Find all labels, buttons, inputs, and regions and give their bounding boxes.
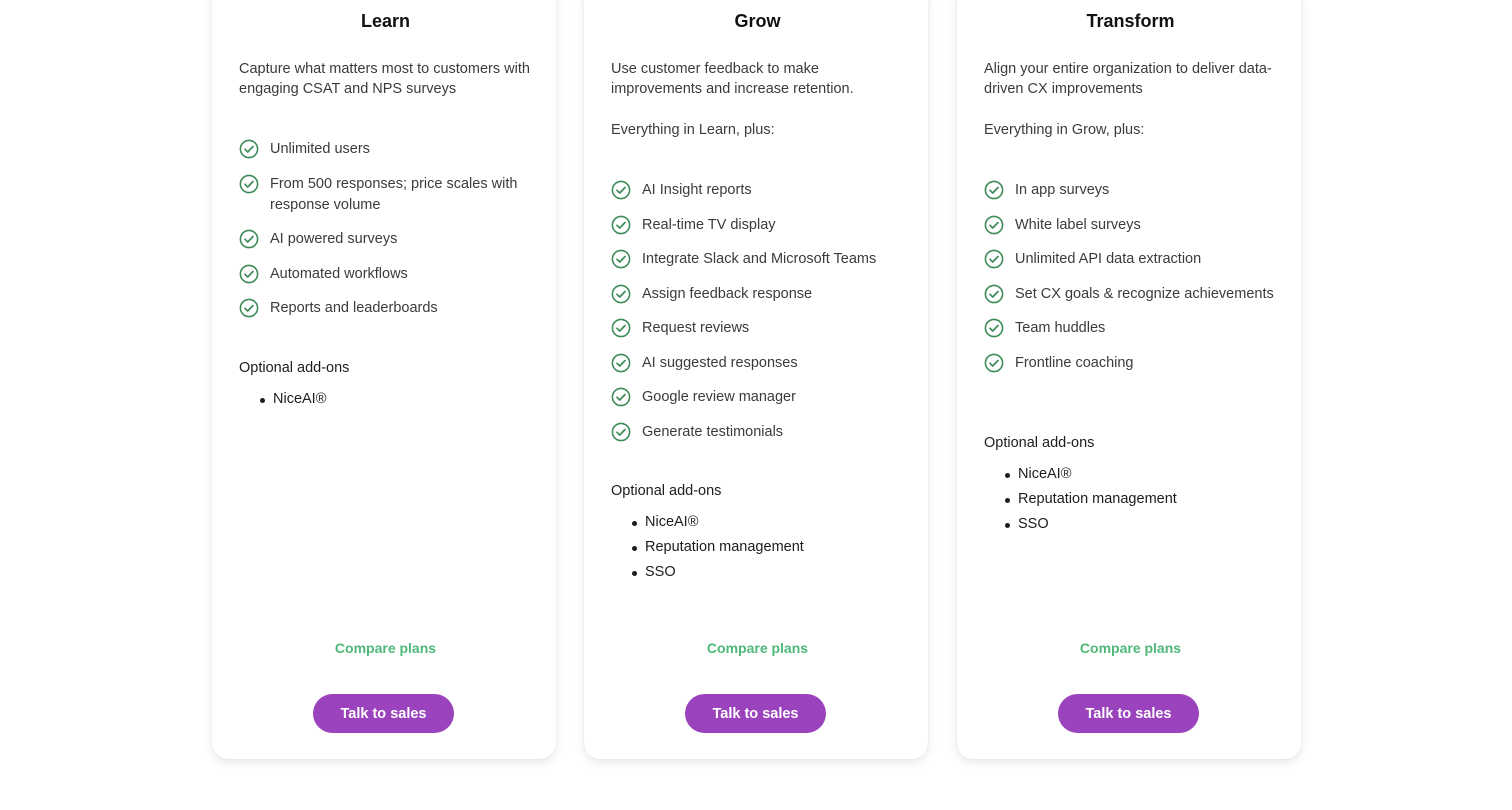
- addons-title: Optional add-ons: [239, 360, 350, 376]
- check-circle-icon: [239, 298, 259, 318]
- addons-list: NiceAI® Reputation management SSO: [611, 510, 904, 585]
- feature-label: White label surveys: [1015, 216, 1141, 233]
- feature-label: AI suggested responses: [642, 354, 798, 371]
- plan-card-grow: Grow Use customer feedback to make impro…: [584, 0, 928, 759]
- addon-item: Reputation management: [1005, 487, 1277, 512]
- feature-label: AI powered surveys: [270, 231, 398, 247]
- check-circle-icon: [239, 264, 259, 283]
- feature-label: Team huddles: [1015, 320, 1106, 336]
- feature-item: Google review manager: [611, 387, 904, 408]
- feature-label: Frontline coaching: [1015, 354, 1134, 371]
- feature-item: Reports and leaderboards: [239, 298, 532, 319]
- plan-title: Grow: [734, 11, 781, 31]
- feature-label: Real-time TV display: [642, 216, 776, 233]
- feature-label: Request reviews: [642, 320, 750, 336]
- feature-item: AI powered surveys: [239, 229, 532, 250]
- check-circle-icon: [239, 139, 259, 159]
- check-circle-icon: [984, 284, 1004, 303]
- talk-to-sales-button[interactable]: Talk to sales: [685, 694, 826, 733]
- check-circle-icon: [984, 180, 1004, 200]
- plan-description: Align your entire organization to delive…: [984, 61, 1272, 97]
- check-circle-icon: [611, 318, 631, 338]
- plan-description: Capture what matters most to customers w…: [239, 61, 530, 97]
- compare-plans-link[interactable]: Compare plans: [984, 640, 1277, 656]
- check-circle-icon: [984, 353, 1004, 372]
- addons-title: Optional add-ons: [611, 483, 722, 499]
- compare-plans-link[interactable]: Compare plans: [611, 640, 904, 656]
- feature-label: Unlimited users: [270, 141, 370, 157]
- feature-list: AI Insight reports Real-time TV display …: [611, 180, 904, 456]
- addon-item: SSO: [632, 560, 904, 585]
- check-circle-icon: [611, 249, 631, 269]
- feature-item: From 500 responses; price scales with re…: [239, 174, 532, 216]
- feature-item: Assign feedback response: [611, 284, 904, 305]
- check-circle-icon: [611, 180, 631, 200]
- feature-list: In app surveys White label surveys Unlim…: [984, 180, 1277, 387]
- check-circle-icon: [611, 353, 631, 372]
- plan-includes-text: Everything in Grow, plus:: [984, 122, 1145, 138]
- plan-title: Transform: [1086, 11, 1175, 31]
- plan-description: Use customer feedback to make improvemen…: [611, 61, 854, 97]
- feature-item: Set CX goals & recognize achievements: [984, 284, 1277, 305]
- feature-label: In app surveys: [1015, 182, 1110, 198]
- check-circle-icon: [611, 387, 631, 407]
- feature-item: Real-time TV display: [611, 215, 904, 236]
- check-circle-icon: [239, 174, 259, 193]
- feature-item: Frontline coaching: [984, 353, 1277, 374]
- check-circle-icon: [984, 249, 1004, 269]
- plan-card-transform: Transform Align your entire organization…: [957, 0, 1301, 759]
- feature-item: Integrate Slack and Microsoft Teams: [611, 249, 904, 270]
- feature-label: Integrate Slack and Microsoft Teams: [642, 251, 877, 267]
- feature-item: Unlimited users: [239, 139, 532, 160]
- compare-plans-link[interactable]: Compare plans: [239, 640, 532, 656]
- addon-item: Reputation management: [632, 535, 904, 560]
- feature-list: Unlimited users From 500 responses; pric…: [239, 139, 532, 333]
- addons-list: NiceAI®: [239, 387, 532, 412]
- feature-item: AI suggested responses: [611, 353, 904, 374]
- feature-item: In app surveys: [984, 180, 1277, 201]
- addon-item: SSO: [1005, 512, 1277, 537]
- feature-item: Team huddles: [984, 318, 1277, 339]
- plan-title: Learn: [360, 11, 411, 31]
- feature-label: Google review manager: [642, 389, 796, 405]
- check-circle-icon: [611, 215, 631, 234]
- feature-item: Unlimited API data extraction: [984, 249, 1277, 270]
- plan-card-learn: Learn Capture what matters most to custo…: [212, 0, 556, 759]
- check-circle-icon: [611, 422, 631, 441]
- feature-label: Unlimited API data extraction: [1015, 251, 1202, 267]
- check-circle-icon: [984, 318, 1004, 338]
- feature-label: Generate testimonials: [642, 423, 784, 440]
- addon-item: NiceAI®: [632, 510, 904, 535]
- feature-label: Set CX goals & recognize achievements: [1015, 285, 1274, 302]
- feature-item: AI Insight reports: [611, 180, 904, 201]
- check-circle-icon: [239, 229, 259, 249]
- addons-list: NiceAI® Reputation management SSO: [984, 462, 1277, 537]
- feature-label: Reports and leaderboards: [270, 300, 438, 316]
- feature-item: Request reviews: [611, 318, 904, 339]
- plan-includes-text: Everything in Learn, plus:: [611, 122, 775, 138]
- addon-item: NiceAI®: [260, 387, 532, 412]
- check-circle-icon: [611, 284, 631, 303]
- talk-to-sales-button[interactable]: Talk to sales: [1058, 694, 1199, 733]
- talk-to-sales-button[interactable]: Talk to sales: [313, 694, 454, 733]
- addons-title: Optional add-ons: [984, 435, 1095, 451]
- addon-item: NiceAI®: [1005, 462, 1277, 487]
- feature-label: Assign feedback response: [642, 285, 813, 302]
- feature-label: AI Insight reports: [642, 182, 752, 198]
- feature-label: Automated workflows: [270, 265, 408, 282]
- check-circle-icon: [984, 215, 1004, 234]
- feature-label: From 500 responses; price scales with re…: [270, 175, 518, 213]
- feature-item: Generate testimonials: [611, 422, 904, 443]
- feature-item: Automated workflows: [239, 264, 532, 285]
- feature-item: White label surveys: [984, 215, 1277, 236]
